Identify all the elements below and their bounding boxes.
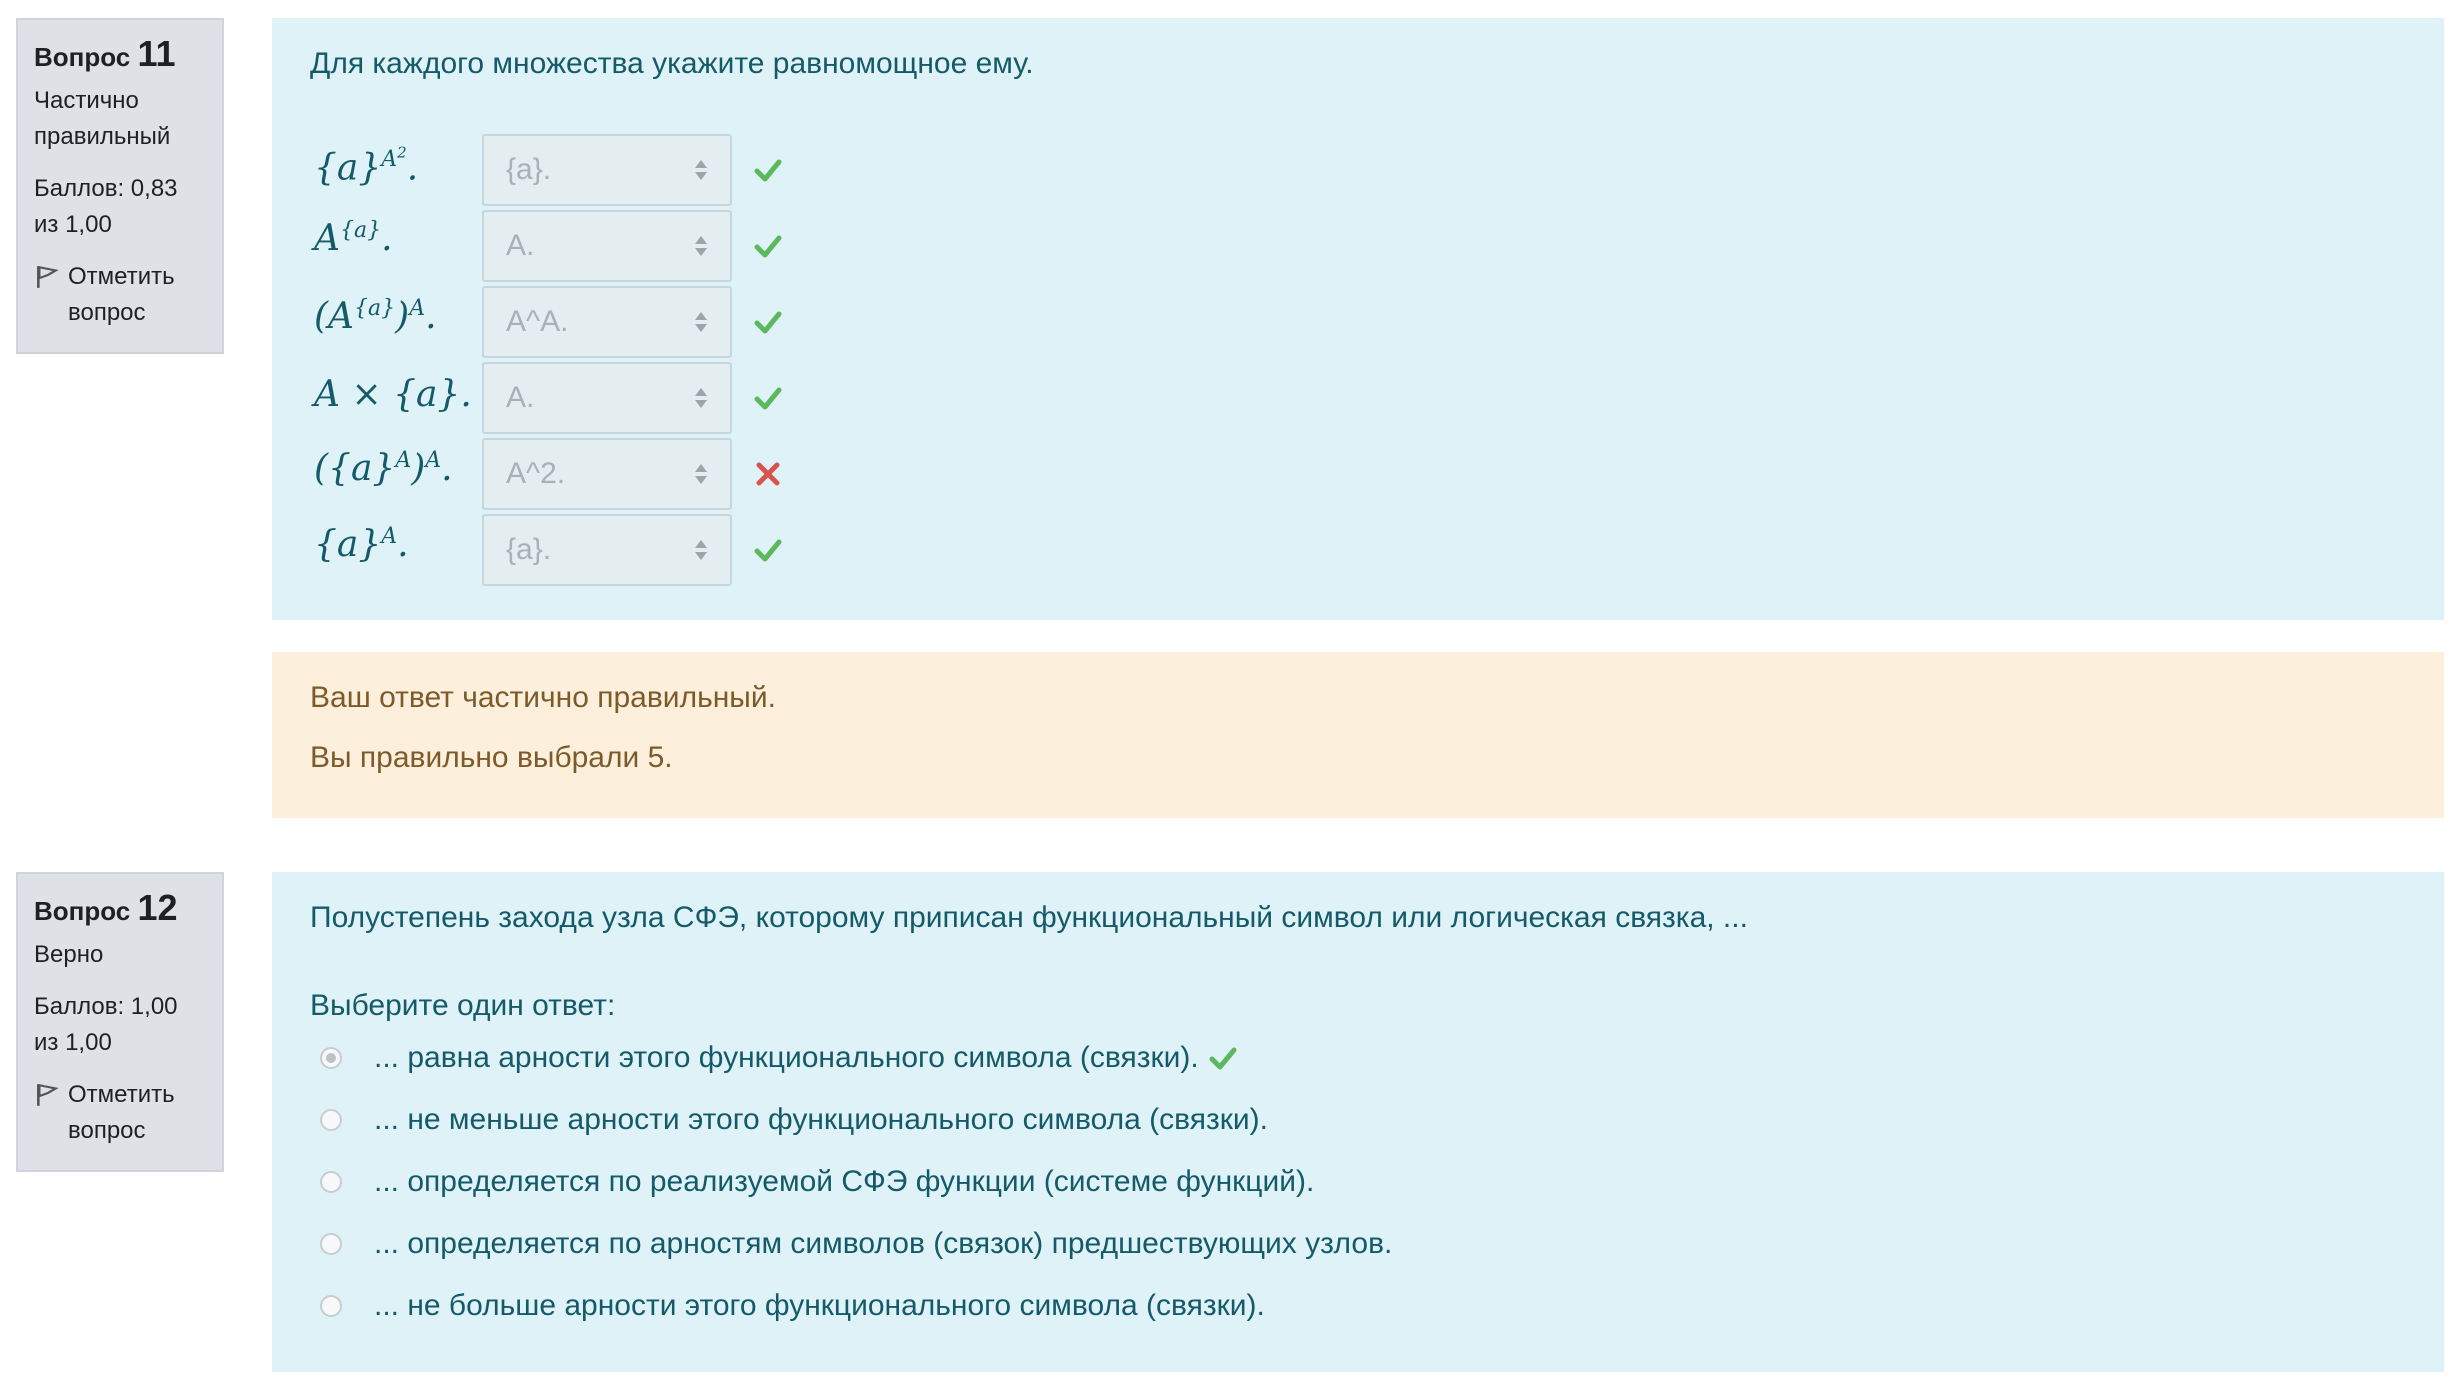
feedback-score: Вы правильно выбрали 5. <box>310 741 673 774</box>
question-state: Верно <box>34 941 104 968</box>
question-number: Вопрос 12 <box>34 887 178 928</box>
match-stem: {a}A2. <box>314 144 419 189</box>
question-text: Полустепень захода узла СФЭ, которому пр… <box>310 901 1748 934</box>
match-row: (A{a})A. A^A. <box>272 286 872 358</box>
updown-arrows-icon <box>695 312 707 332</box>
answer-option[interactable]: ... определяется по реализуемой СФЭ функ… <box>320 1162 1314 1202</box>
answer-option[interactable]: ... определяется по арностям символов (с… <box>320 1224 1392 1264</box>
question-grade: Баллов: 0,83 из 1,00 <box>34 175 178 238</box>
check-icon <box>754 539 782 562</box>
question-state: Частично правильный <box>34 87 171 150</box>
check-icon <box>754 311 782 334</box>
flag-label: Отметить вопрос <box>68 1081 175 1144</box>
match-stem: {a}A. <box>314 524 409 565</box>
question-11-info: Вопрос 11 Частично правильный Баллов: 0,… <box>16 18 224 354</box>
updown-arrows-icon <box>695 160 707 180</box>
answer-option[interactable]: ... не больше арности этого функциональн… <box>320 1286 1265 1326</box>
match-stem: ({a}A)A. <box>314 448 453 489</box>
flag-icon <box>37 1083 59 1106</box>
match-row: ({a}A)A. A^2. <box>272 438 872 510</box>
updown-arrows-icon <box>695 540 707 560</box>
radio-button[interactable] <box>320 1171 342 1193</box>
question-grade: Баллов: 1,00 из 1,00 <box>34 993 178 1056</box>
check-icon <box>754 159 782 182</box>
radio-button[interactable] <box>320 1109 342 1131</box>
question-text: Для каждого множества укажите равномощно… <box>310 47 1034 80</box>
question-11-content: Для каждого множества укажите равномощно… <box>272 18 2444 620</box>
flag-label: Отметить вопрос <box>68 263 175 326</box>
match-row: A{a}. A. <box>272 210 872 282</box>
match-select[interactable]: A. <box>482 362 732 434</box>
feedback-text: Ваш ответ частично правильный. <box>310 681 776 714</box>
match-stem: A × {a}. <box>314 374 472 415</box>
question-11-feedback: Ваш ответ частично правильный. Вы правил… <box>272 652 2444 818</box>
radio-button[interactable] <box>320 1295 342 1317</box>
answer-option[interactable]: ... равна арности этого функционального … <box>320 1038 1237 1078</box>
match-stem: (A{a})A. <box>314 296 437 337</box>
answer-prompt: Выберите один ответ: <box>310 989 616 1022</box>
match-select[interactable]: A^2. <box>482 438 732 510</box>
match-row: A × {a}. A. <box>272 362 872 434</box>
flag-icon <box>37 265 59 288</box>
match-row: {a}A. {a}. <box>272 514 872 586</box>
match-select[interactable]: A. <box>482 210 732 282</box>
radio-button[interactable] <box>320 1047 342 1069</box>
match-select[interactable]: {a}. <box>482 134 732 206</box>
match-select[interactable]: A^A. <box>482 286 732 358</box>
match-select[interactable]: {a}. <box>482 514 732 586</box>
radio-button[interactable] <box>320 1233 342 1255</box>
question-12-info: Вопрос 12 Верно Баллов: 1,00 из 1,00 Отм… <box>16 872 224 1172</box>
updown-arrows-icon <box>695 236 707 256</box>
match-stem: A{a}. <box>314 218 393 259</box>
question-12-content: Полустепень захода узла СФЭ, которому пр… <box>272 872 2444 1372</box>
question-number: Вопрос 11 <box>34 33 176 74</box>
check-icon <box>754 235 782 258</box>
answer-option[interactable]: ... не меньше арности этого функциональн… <box>320 1100 1268 1140</box>
match-row: {a}A2. {a}. <box>272 134 872 206</box>
flag-question-link[interactable]: Отметить вопрос <box>34 259 206 331</box>
updown-arrows-icon <box>695 388 707 408</box>
flag-question-link[interactable]: Отметить вопрос <box>34 1077 206 1149</box>
updown-arrows-icon <box>695 464 707 484</box>
check-icon <box>754 387 782 410</box>
cross-icon <box>756 462 780 486</box>
check-icon <box>1209 1047 1237 1070</box>
